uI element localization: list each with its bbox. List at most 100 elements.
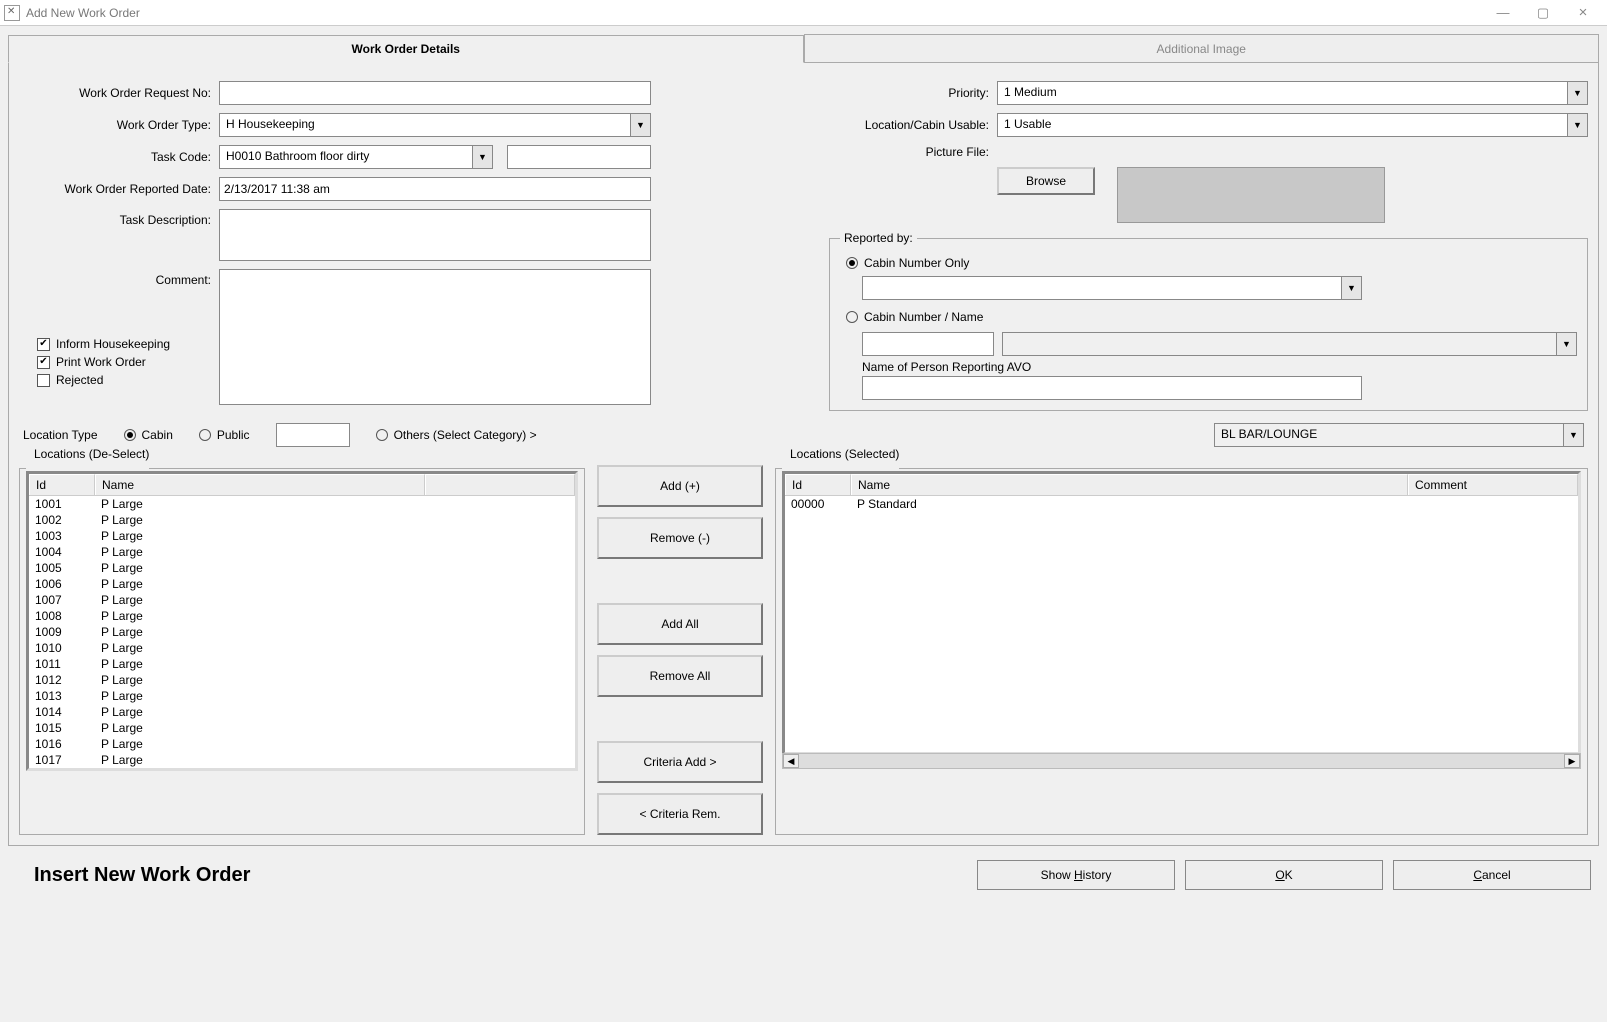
radio-off-icon	[376, 429, 388, 441]
tabs: Work Order Details Additional Image	[8, 34, 1599, 62]
task-code-extra-input[interactable]	[507, 145, 651, 169]
ok-button[interactable]: OK	[1185, 860, 1383, 890]
list-item[interactable]: 1015P Large	[29, 720, 575, 736]
list-item[interactable]: 1016P Large	[29, 736, 575, 752]
cabin-name-select[interactable]: ▼	[1002, 332, 1577, 356]
list-item[interactable]: 1011P Large	[29, 656, 575, 672]
task-description-input[interactable]	[219, 209, 651, 261]
minimize-button[interactable]: —	[1483, 5, 1523, 20]
browse-button[interactable]: Browse	[997, 167, 1095, 195]
add-button[interactable]: Add (+)	[597, 465, 763, 507]
col-name[interactable]: Name	[851, 474, 1408, 495]
criteria-add-button[interactable]: Criteria Add >	[597, 741, 763, 783]
list-item[interactable]: 1013P Large	[29, 688, 575, 704]
scroll-right-icon[interactable]: ▶	[1564, 754, 1580, 768]
checkbox-icon: ✔	[37, 338, 50, 351]
col-blank	[425, 474, 575, 495]
chevron-down-icon: ▼	[1567, 114, 1587, 136]
chevron-down-icon: ▼	[630, 114, 650, 136]
footer-title: Insert New Work Order	[34, 864, 250, 887]
window-title: Add New Work Order	[26, 6, 140, 20]
maximize-button[interactable]: ▢	[1523, 5, 1563, 21]
work-order-type-select[interactable]: H Housekeeping ▼	[219, 113, 651, 137]
remove-button[interactable]: Remove (-)	[597, 517, 763, 559]
col-id[interactable]: Id	[29, 474, 95, 495]
list-item[interactable]: 1003P Large	[29, 528, 575, 544]
footer: Insert New Work Order Show History OK Ca…	[34, 860, 1591, 890]
scroll-left-icon[interactable]: ◀	[783, 754, 799, 768]
list-item[interactable]: 1002P Large	[29, 512, 575, 528]
legend-deselect: Locations (De-Select)	[30, 447, 153, 461]
chevron-down-icon: ▼	[1556, 333, 1576, 355]
radio-public[interactable]: Public	[199, 428, 250, 442]
cabin-number-input[interactable]	[862, 332, 994, 356]
close-button[interactable]: ×	[1563, 4, 1603, 21]
tab-body: Work Order Request No: Work Order Type: …	[8, 62, 1599, 846]
list-item[interactable]: 1007P Large	[29, 592, 575, 608]
locations-selected-box: Locations (Selected) Id Name Comment 000…	[775, 461, 1588, 835]
reporter-name-input[interactable]	[862, 376, 1362, 400]
list-item[interactable]: 1017P Large	[29, 752, 575, 768]
priority-select[interactable]: 1 Medium ▼	[997, 81, 1588, 105]
radio-on-icon	[124, 429, 136, 441]
legend-selected: Locations (Selected)	[786, 447, 903, 461]
cabin-number-only-select[interactable]: ▼	[862, 276, 1362, 300]
col-id[interactable]: Id	[785, 474, 851, 495]
print-label: Print Work Order	[56, 355, 146, 369]
list-item[interactable]: 1009P Large	[29, 624, 575, 640]
reported-date-input[interactable]	[219, 177, 651, 201]
locations-deselect-list[interactable]: Id Name 1001P Large1002P Large1003P Larg…	[26, 471, 578, 771]
location-type-row: Location Type Cabin Public Others (Selec…	[23, 423, 1584, 447]
cabin-name-value	[1003, 333, 1556, 355]
location-filter-input[interactable]	[276, 423, 350, 447]
radio-cabin-number-only[interactable]: Cabin Number Only	[846, 256, 969, 270]
horizontal-scrollbar[interactable]: ◀ ▶	[782, 753, 1581, 769]
task-code-select[interactable]: H0010 Bathroom floor dirty ▼	[219, 145, 493, 169]
radio-cabin[interactable]: Cabin	[124, 428, 173, 442]
inform-label: Inform Housekeeping	[56, 337, 170, 351]
add-all-button[interactable]: Add All	[597, 603, 763, 645]
cabin-only-value	[863, 277, 1341, 299]
radio-off-icon	[846, 311, 858, 323]
criteria-remove-button[interactable]: < Criteria Rem.	[597, 793, 763, 835]
remove-all-button[interactable]: Remove All	[597, 655, 763, 697]
list-item[interactable]: 1014P Large	[29, 704, 575, 720]
category-select[interactable]: BL BAR/LOUNGE ▼	[1214, 423, 1584, 447]
tab-work-order-details[interactable]: Work Order Details	[8, 35, 804, 63]
chevron-down-icon: ▼	[1341, 277, 1361, 299]
label-priority: Priority:	[829, 86, 997, 100]
label-request-no: Work Order Request No:	[19, 86, 219, 100]
list-item[interactable]: 1004P Large	[29, 544, 575, 560]
label-reporter-name: Name of Person Reporting AVO	[862, 360, 1577, 374]
chevron-down-icon: ▼	[1567, 82, 1587, 104]
list-item[interactable]: 1010P Large	[29, 640, 575, 656]
radio-others[interactable]: Others (Select Category) >	[376, 428, 537, 442]
category-value: BL BAR/LOUNGE	[1215, 424, 1563, 446]
show-history-button[interactable]: Show History	[977, 860, 1175, 890]
radio-cabin-number-name[interactable]: Cabin Number / Name	[846, 310, 983, 324]
cancel-button[interactable]: Cancel	[1393, 860, 1591, 890]
priority-value: 1 Medium	[998, 82, 1567, 104]
col-comment[interactable]: Comment	[1408, 474, 1578, 495]
list-item[interactable]: 1008P Large	[29, 608, 575, 624]
comment-input[interactable]	[219, 269, 651, 405]
rejected-label: Rejected	[56, 373, 103, 387]
col-name[interactable]: Name	[95, 474, 425, 495]
list-item[interactable]: 1006P Large	[29, 576, 575, 592]
legend-reported-by: Reported by:	[840, 231, 917, 245]
picture-preview	[1117, 167, 1385, 223]
label-comment: Comment:	[19, 269, 219, 287]
tab-additional-image[interactable]: Additional Image	[804, 34, 1600, 62]
list-item[interactable]: 1018P Large	[29, 768, 575, 771]
label-reported-date: Work Order Reported Date:	[19, 182, 219, 196]
list-item[interactable]: 1001P Large	[29, 496, 575, 512]
list-item[interactable]: 1012P Large	[29, 672, 575, 688]
work-order-request-no-input[interactable]	[219, 81, 651, 105]
cabin-usable-select[interactable]: 1 Usable ▼	[997, 113, 1588, 137]
list-item[interactable]: 00000P Standard	[785, 496, 1578, 512]
checkbox-icon	[37, 374, 50, 387]
list-item[interactable]: 1005P Large	[29, 560, 575, 576]
label-picture-file: Picture File:	[829, 145, 997, 159]
label-location-type: Location Type	[23, 428, 98, 442]
locations-selected-list[interactable]: Id Name Comment 00000P Standard	[782, 471, 1581, 755]
